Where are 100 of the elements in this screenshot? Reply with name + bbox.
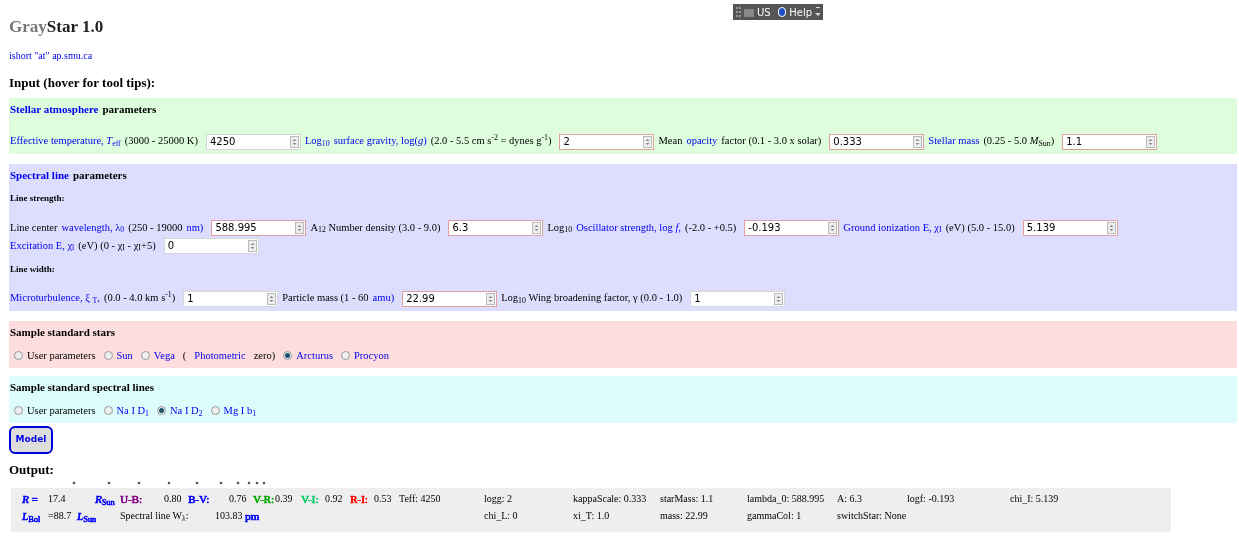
radio-button[interactable] — [140, 351, 150, 361]
tooltip-link[interactable]: Photometric — [194, 348, 246, 364]
grip-icon[interactable] — [736, 7, 741, 17]
output-value: chi_I: 5.139 — [1010, 492, 1060, 506]
number-input[interactable]: 1 — [183, 290, 279, 307]
output-value: pm — [245, 509, 260, 524]
radio-button[interactable] — [157, 406, 167, 416]
email-link[interactable]: ishort "at" ap.smu.ca — [9, 49, 93, 61]
radio-button[interactable] — [14, 351, 23, 361]
spinner-icon[interactable] — [828, 222, 838, 235]
spinner-icon[interactable] — [643, 135, 653, 148]
output-value: B-V: — [188, 492, 211, 507]
output-value: xi_T: 1.0 — [573, 509, 611, 523]
tooltip-link[interactable]: Microturbulence, ξ $_{T}$, — [10, 292, 100, 303]
subheading: Line strength: — [10, 193, 65, 203]
tooltip-link[interactable]: Vega — [153, 348, 175, 364]
label-text: parameters — [102, 101, 157, 117]
tooltip-link[interactable]: Spectral line — [10, 166, 69, 184]
output-value: Teff: 4250 — [399, 492, 442, 506]
tooltip-link[interactable]: Excitation E, χ$_{l}$ — [10, 239, 75, 251]
tooltip-link[interactable]: surface gravity, log(g) — [333, 135, 427, 146]
spinner-icon[interactable] — [913, 135, 923, 148]
number-input[interactable]: 1.1 — [1062, 133, 1158, 150]
number-input[interactable]: 588.995 — [211, 220, 307, 237]
output-value: L$_{Sun}$ — [77, 509, 97, 524]
output-value: kappaScale: 0.333 — [573, 492, 648, 506]
label-text: Line center — [10, 221, 58, 233]
label-text: ( — [182, 349, 187, 363]
tooltip-link[interactable]: Na I D$_{2}$ — [170, 402, 203, 419]
label-text: (-2.0 - +0.5) — [684, 221, 737, 233]
output-value: starMass: 1.1 — [660, 492, 715, 506]
label-text: Mean — [658, 135, 683, 146]
tooltip-link[interactable]: Na I D$_{1}$ — [116, 402, 150, 419]
tooltip-link[interactable]: Procyon — [354, 348, 389, 364]
output-value: V-R: — [253, 492, 275, 507]
model-button[interactable]: Model — [9, 425, 53, 454]
page-title: Gray — [9, 16, 47, 38]
output-value: U-B: — [120, 492, 143, 507]
tooltip-link[interactable]: Sun — [116, 348, 133, 364]
spinner-icon[interactable] — [532, 222, 542, 235]
tooltip-link[interactable]: opacity — [686, 135, 718, 146]
output-value: =88.7 — [48, 509, 73, 523]
radio-button[interactable] — [103, 406, 113, 416]
spinner-icon[interactable] — [289, 135, 299, 148]
spinner-icon[interactable] — [486, 292, 496, 305]
keyboard-icon — [743, 7, 754, 17]
output-value: 0.39 — [275, 492, 294, 506]
number-input[interactable]: -0.193 — [744, 220, 840, 237]
options-caret-icon[interactable] — [815, 7, 820, 17]
tooltip-link[interactable]: Effective temperature, T$_{eff}$ — [10, 135, 121, 146]
spinner-icon[interactable] — [1146, 135, 1156, 148]
number-input[interactable]: 6.3 — [448, 220, 544, 237]
label-text: User parameters — [27, 403, 96, 418]
number-input[interactable]: 0 — [163, 238, 259, 255]
number-input[interactable]: 1 — [690, 290, 786, 307]
tooltip-link[interactable]: wavelength, λ$_{0}$ — [61, 221, 125, 233]
radio-button[interactable] — [283, 351, 293, 361]
output-value: R$_{Sun}$ — [95, 492, 116, 507]
tooltip-link[interactable]: Stellar atmosphere — [10, 100, 99, 118]
number-input[interactable]: 2 — [559, 133, 655, 150]
section-heading: Input (hover for tool tips): — [9, 74, 156, 90]
label-text: User parameters — [27, 349, 96, 363]
radio-button[interactable] — [103, 351, 113, 361]
label-text: Log$_{10}$ Wing broadening factor, γ (0.0 - 1.0) — [501, 292, 683, 303]
tooltip-link[interactable]: nm) — [186, 221, 204, 233]
output-value: gammaCol: 1 — [747, 509, 803, 523]
tooltip-link[interactable]: amu) — [372, 292, 395, 303]
output-value: switchStar: None — [837, 509, 907, 523]
number-input[interactable]: 0.333 — [829, 133, 925, 150]
label-text: (0.25 - 5.0 M$_{Sun}$) — [983, 135, 1055, 146]
number-input[interactable]: 22.99 — [402, 290, 498, 307]
language-button[interactable]: US — [756, 4, 771, 20]
spinner-icon[interactable] — [267, 292, 277, 305]
output-value: 103.83 — [215, 509, 244, 523]
tooltip-link[interactable]: Oscillator strength, log f, — [576, 221, 681, 233]
radio-button[interactable] — [210, 406, 220, 416]
spinner-icon[interactable] — [295, 222, 305, 235]
tooltip-link[interactable]: Ground ionization E, χ$_{I}$ — [843, 221, 942, 233]
output-value: logg: 2 — [484, 492, 514, 506]
output-value: R-I: — [350, 492, 369, 507]
spinner-icon[interactable] — [247, 240, 257, 253]
spinner-icon[interactable] — [774, 292, 784, 305]
radio-button[interactable] — [341, 351, 350, 361]
help-icon — [777, 7, 787, 17]
help-button[interactable]: Help — [789, 4, 812, 20]
tooltip-link[interactable]: Arcturus — [296, 348, 333, 364]
label-text: (250 - 19000 — [128, 221, 183, 233]
tooltip-link[interactable]: Log$_{10}$ — [304, 135, 330, 146]
tooltip-link[interactable]: Stellar mass — [928, 135, 980, 146]
label-text: Sample standard stars — [10, 324, 116, 340]
label-text: (2.0 - 5.5 cm s$^{-2}$ = dynes g$^{-1}$) — [430, 135, 552, 146]
number-input[interactable]: 4250 — [205, 133, 301, 150]
radio-button[interactable] — [14, 406, 23, 416]
section-heading: Output: — [9, 461, 54, 477]
label-text: (eV) (0 - χ$_{I}$ - χ$_{I}$+5) — [78, 239, 156, 251]
tooltip-link[interactable]: Mg I b$_{1}$ — [223, 402, 257, 419]
spinner-icon[interactable] — [1106, 222, 1116, 235]
label-text: zero) — [253, 349, 276, 363]
number-input[interactable]: 5.139 — [1022, 220, 1118, 237]
label-text: factor (0.1 - 3.0 x solar) — [721, 135, 822, 146]
